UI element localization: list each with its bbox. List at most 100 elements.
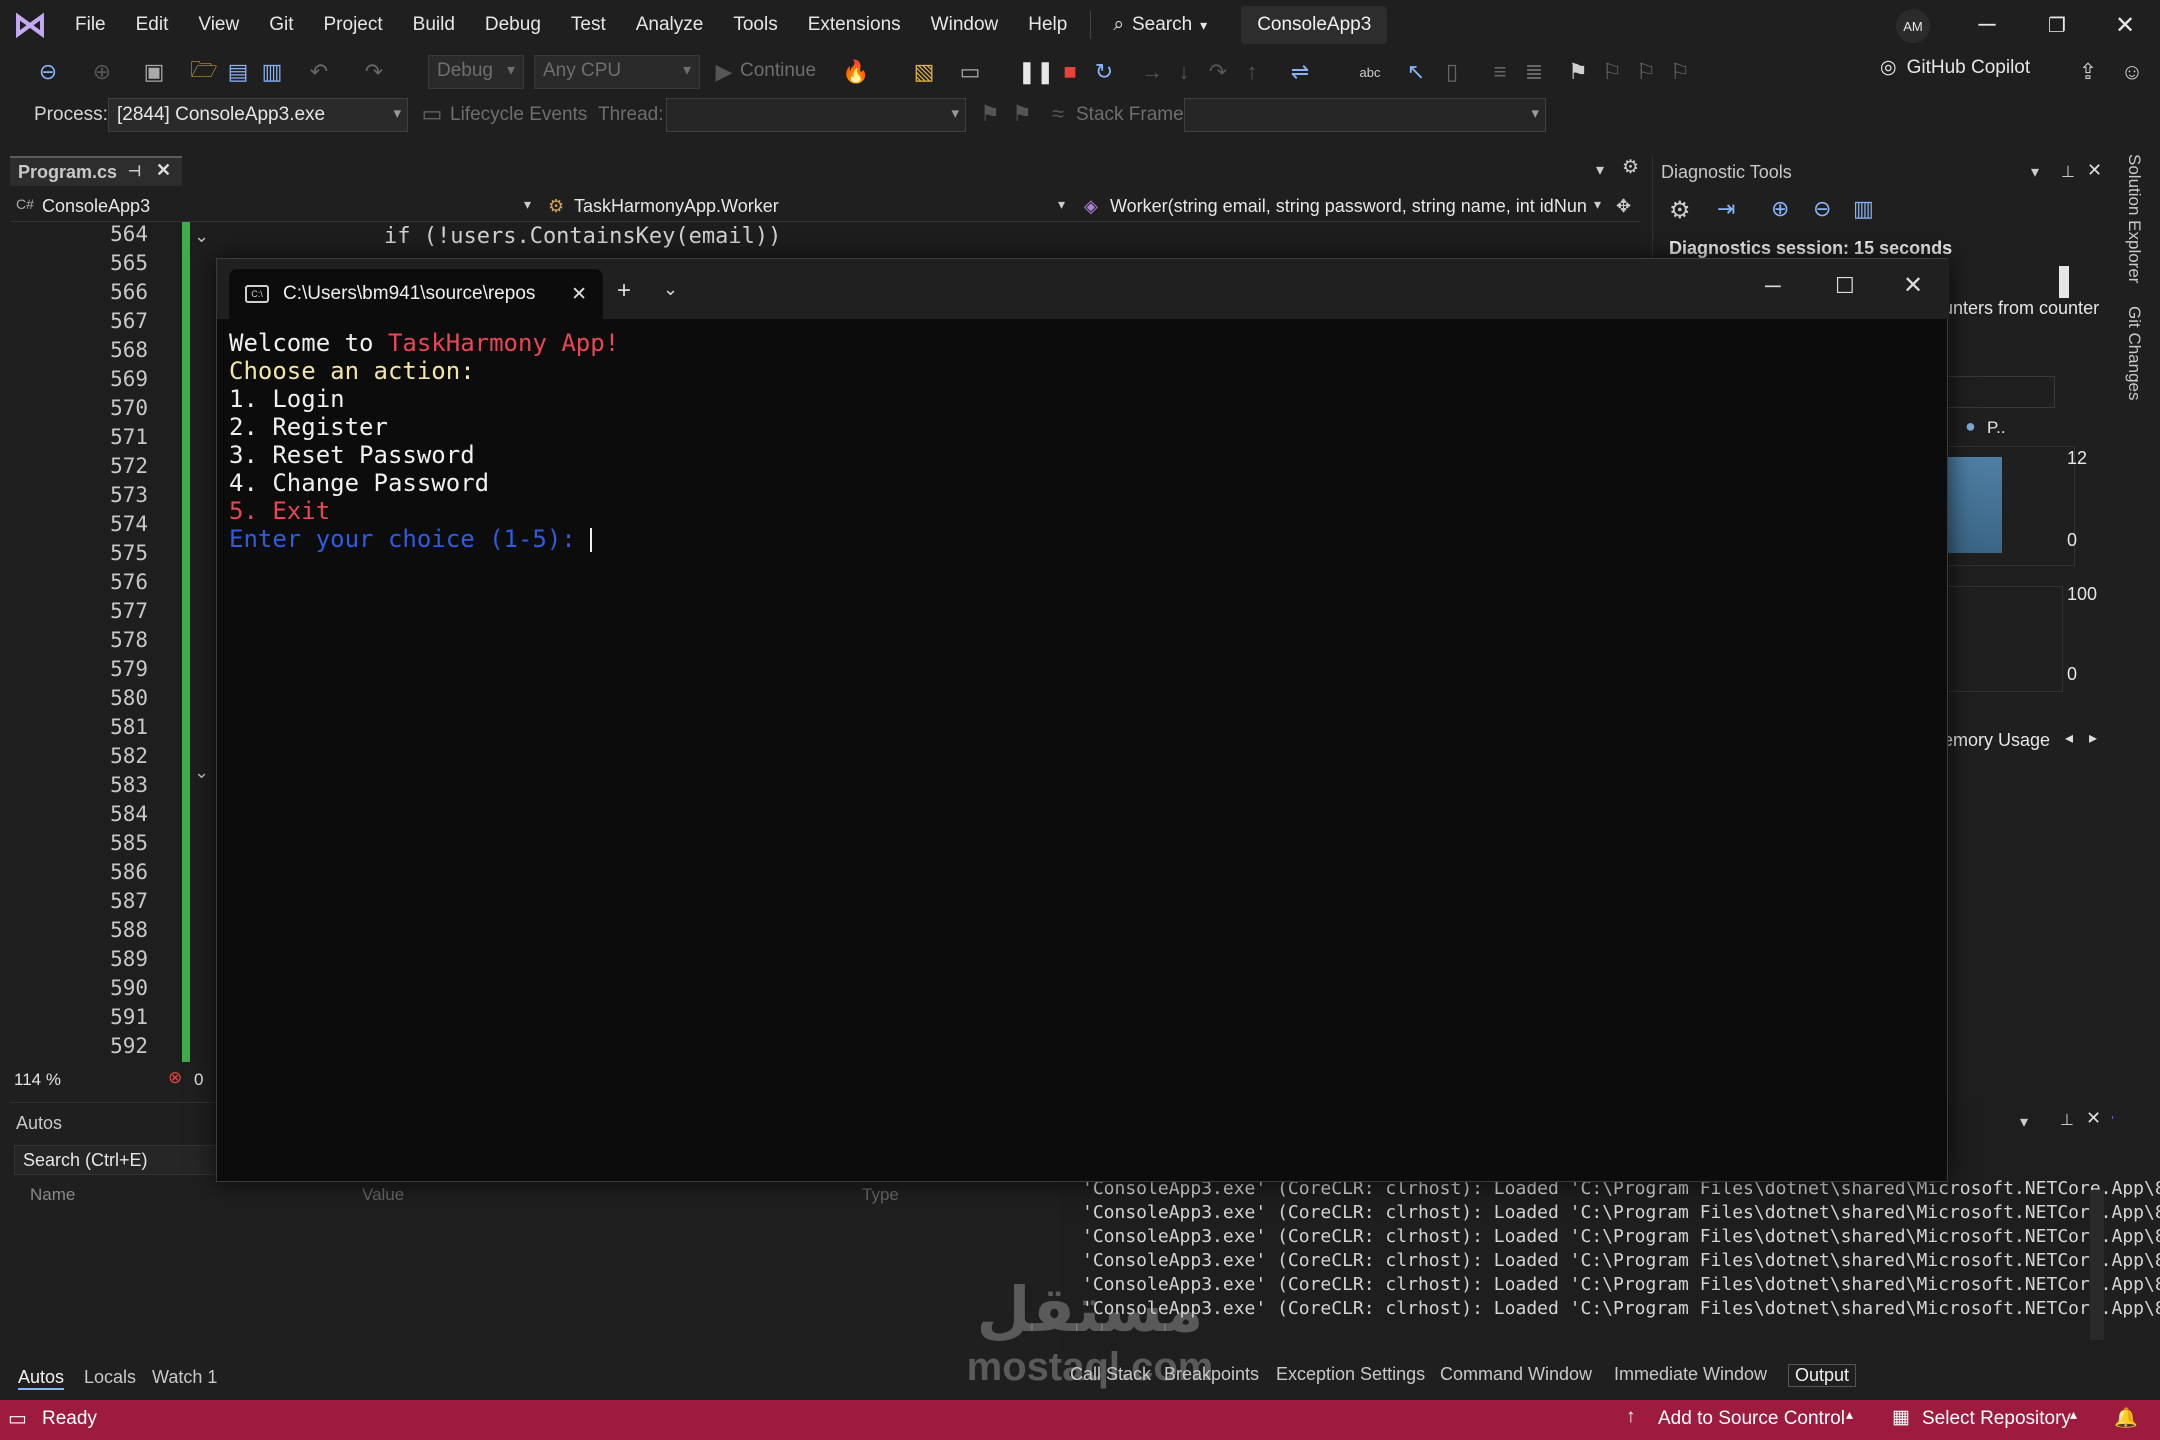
error-count[interactable]: 0	[194, 1070, 203, 1090]
export-icon[interactable]: ⇥	[1717, 196, 1735, 222]
timeline-marker[interactable]	[2059, 266, 2069, 298]
chevron-down-icon[interactable]: ▾	[1594, 196, 1601, 213]
github-copilot-button[interactable]: ◎ GitHub Copilot	[1880, 56, 2030, 79]
pin-icon[interactable]: ⊣	[128, 162, 141, 180]
class-dropdown[interactable]: TaskHarmonyApp.Worker	[574, 196, 779, 217]
navigate-forward-icon[interactable]: ⊕	[88, 58, 116, 86]
menu-file[interactable]: File	[60, 0, 121, 50]
tab-exception-settings[interactable]: Exception Settings	[1276, 1364, 1425, 1385]
menu-view[interactable]: View	[183, 0, 254, 50]
close-button[interactable]: ✕	[2090, 0, 2160, 50]
tab-output[interactable]: Output	[1788, 1364, 1857, 1387]
zoom-in-icon[interactable]: ⊕	[1771, 196, 1789, 222]
next-bookmark-icon[interactable]: ⚐	[1632, 58, 1660, 86]
menu-debug[interactable]: Debug	[470, 0, 556, 50]
menu-tools[interactable]: Tools	[718, 0, 792, 50]
undo-icon[interactable]: ↶	[305, 58, 333, 86]
settings-gear-icon[interactable]: ⚙	[1669, 196, 1691, 225]
new-item-icon[interactable]: ▣	[140, 58, 168, 86]
new-tab-icon[interactable]: +	[617, 277, 631, 305]
solution-explorer-tab[interactable]: Solution Explorer	[2124, 154, 2144, 283]
save-all-icon[interactable]: ▥	[258, 58, 286, 86]
close-pane-icon[interactable]: ✕	[2086, 1108, 2101, 1129]
split-editor-icon[interactable]: ✥	[1616, 196, 1631, 217]
tab-scroll-right-icon[interactable]: ▸	[2089, 728, 2097, 748]
code-line-564[interactable]: if (!users.ContainsKey(email))	[384, 224, 781, 249]
navigate-back-icon[interactable]: ⊖	[34, 58, 62, 86]
reset-zoom-icon[interactable]: ▥	[1853, 196, 1874, 222]
flag-all-threads-icon[interactable]: ⚑	[1008, 100, 1036, 128]
close-pane-icon[interactable]: ✕	[2087, 160, 2102, 181]
bookmark-icon[interactable]: ⚑	[1564, 58, 1592, 86]
process-dropdown[interactable]: [2844] ConsoleApp3.exe	[108, 98, 408, 132]
pane-options-icon[interactable]: ▾	[2031, 162, 2039, 182]
project-dropdown[interactable]: ConsoleApp3	[42, 196, 150, 217]
save-icon[interactable]: ▤	[224, 58, 252, 86]
continue-button[interactable]: Continue	[740, 60, 816, 82]
console-tab[interactable]: C:\ C:\Users\bm941\source\repos ✕	[229, 269, 603, 319]
document-tab-program-cs[interactable]: Program.cs ⊣ ✕	[10, 156, 182, 186]
minimize-button[interactable]: ─	[1952, 0, 2022, 50]
chevron-down-icon[interactable]: ▾	[524, 196, 531, 213]
notifications-bell-icon[interactable]: 🔔	[2114, 1406, 2138, 1430]
zoom-out-icon[interactable]: ⊖	[1813, 196, 1831, 222]
prev-bookmark-icon[interactable]: ⚐	[1598, 58, 1626, 86]
console-prompt-line[interactable]: Enter your choice (1-5):	[229, 525, 593, 553]
tab-command-window[interactable]: Command Window	[1440, 1364, 1592, 1385]
platform-dropdown[interactable]: Any CPU	[534, 55, 700, 89]
clear-bookmarks-icon[interactable]: ⚐	[1666, 58, 1694, 86]
counter-filter-field[interactable]	[1943, 376, 2055, 408]
select-repository-button[interactable]: Select Repository	[1922, 1408, 2071, 1430]
memory-usage-tab[interactable]: emory Usage	[1943, 730, 2050, 751]
menu-analyze[interactable]: Analyze	[621, 0, 719, 50]
pointer-icon[interactable]: ↖	[1402, 58, 1430, 86]
account-avatar[interactable]: AM	[1896, 9, 1930, 43]
tab-immediate-window[interactable]: Immediate Window	[1614, 1364, 1767, 1385]
restart-icon[interactable]: ↻	[1090, 58, 1118, 86]
stack-frame-dropdown[interactable]	[1184, 98, 1546, 132]
zoom-level-dropdown[interactable]: 114 %	[14, 1070, 61, 1090]
indent-icon[interactable]: ≡	[1486, 58, 1514, 86]
tab-list-dropdown-icon[interactable]: ▾	[1596, 160, 1604, 180]
menu-window[interactable]: Window	[916, 0, 1014, 50]
menu-edit[interactable]: Edit	[121, 0, 184, 50]
configuration-dropdown[interactable]: Debug	[428, 55, 524, 89]
menu-git[interactable]: Git	[254, 0, 308, 50]
step-out-icon[interactable]: ↑	[1238, 58, 1266, 86]
menu-help[interactable]: Help	[1013, 0, 1082, 50]
share-icon[interactable]: ⇪	[2074, 58, 2102, 86]
stop-icon[interactable]: ■	[1056, 58, 1084, 86]
collapse-chevron-icon[interactable]: ⌄	[194, 226, 209, 247]
maximize-button[interactable]: ☐	[1835, 273, 1855, 299]
collapse-chevron-icon[interactable]: ⌄	[194, 762, 209, 783]
close-button[interactable]: ✕	[1903, 271, 1923, 300]
spell-check-icon[interactable]: abc	[1356, 58, 1384, 86]
code-map-icon[interactable]: ⇌	[1286, 58, 1314, 86]
minimize-button[interactable]: ─	[1765, 273, 1781, 299]
tab-dropdown-icon[interactable]: ⌄	[663, 279, 678, 300]
output-scrollbar[interactable]	[2090, 1190, 2104, 1340]
column-header-name[interactable]: Name	[30, 1185, 75, 1205]
restore-button[interactable]: ❐	[2022, 0, 2092, 50]
open-folder-icon[interactable]: 🗁	[190, 57, 218, 86]
pin-icon[interactable]: ⊥	[2060, 1110, 2074, 1130]
lifecycle-events-dropdown[interactable]: Lifecycle Events	[450, 104, 587, 126]
hot-reload-icon[interactable]: 🔥	[842, 58, 870, 86]
settings-gear-icon[interactable]: ⚙	[1622, 156, 1639, 179]
add-to-source-control-button[interactable]: Add to Source Control	[1658, 1408, 1845, 1430]
feedback-icon[interactable]: ☺	[2118, 58, 2146, 86]
thread-dropdown[interactable]	[666, 98, 966, 132]
step-into-icon[interactable]: ↓	[1170, 58, 1198, 86]
pane-options-icon[interactable]: ▾	[2020, 1112, 2028, 1132]
step-over-icon[interactable]: ↷	[1204, 58, 1232, 86]
close-tab-icon[interactable]: ✕	[571, 283, 587, 306]
visual-studio-logo-icon[interactable]: ⋈	[0, 0, 60, 50]
menu-test[interactable]: Test	[556, 0, 621, 50]
diagnostic-icon[interactable]: ▭	[956, 58, 984, 86]
member-dropdown[interactable]: Worker(string email, string password, st…	[1110, 196, 1600, 217]
open-file-icon[interactable]: ▧	[910, 58, 938, 86]
redo-icon[interactable]: ↷	[360, 58, 388, 86]
outdent-icon[interactable]: ≣	[1520, 58, 1548, 86]
layout-icon[interactable]: ▯	[1438, 58, 1466, 86]
tab-autos[interactable]: Autos	[18, 1367, 65, 1390]
